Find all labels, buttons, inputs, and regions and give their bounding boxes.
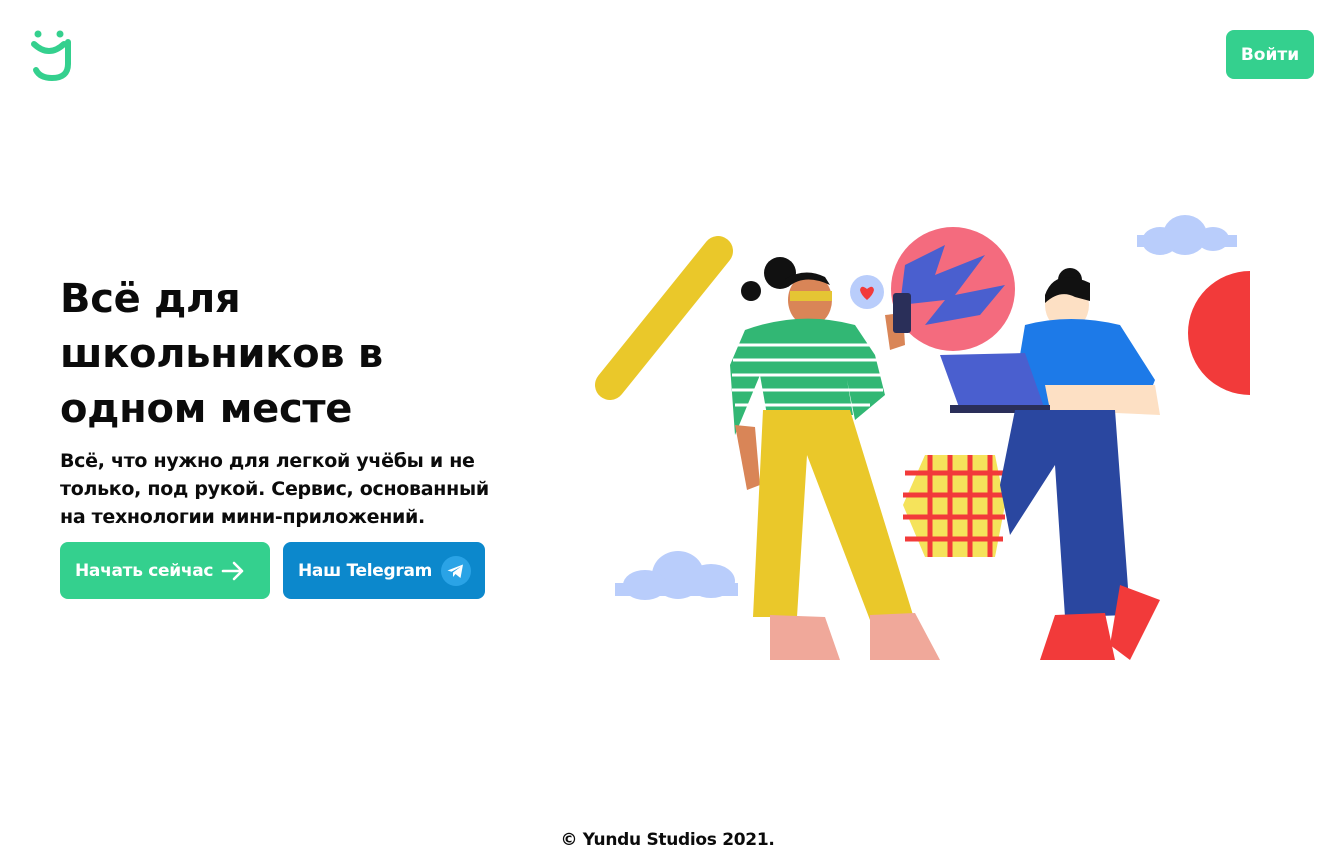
hero-subtitle: Всё, что нужно для легкой учёбы и не тол… — [60, 450, 489, 528]
footer-copyright: © Yundu Studios 2021. — [560, 830, 775, 850]
cloud-icon — [615, 551, 738, 600]
start-now-label: Начать сейчас — [75, 560, 214, 581]
telegram-icon — [440, 555, 472, 587]
arrow-right-icon — [221, 561, 245, 581]
woman-figure — [730, 257, 940, 660]
hero-title: Всё для школьников в одном месте — [60, 276, 383, 432]
cloud-icon — [1137, 215, 1237, 255]
telegram-button[interactable]: Наш Telegram — [283, 542, 485, 599]
landing-page: Войти Всё для школьников в одном месте В… — [0, 0, 1335, 862]
start-now-button[interactable]: Начать сейчас — [60, 542, 270, 599]
yundu-logo-icon[interactable] — [30, 28, 76, 84]
login-button[interactable]: Войти — [1226, 30, 1314, 79]
students-illustration — [585, 205, 1275, 675]
hero-section: Всё для школьников в одном месте Всё, чт… — [60, 272, 530, 531]
telegram-label: Наш Telegram — [298, 560, 433, 581]
